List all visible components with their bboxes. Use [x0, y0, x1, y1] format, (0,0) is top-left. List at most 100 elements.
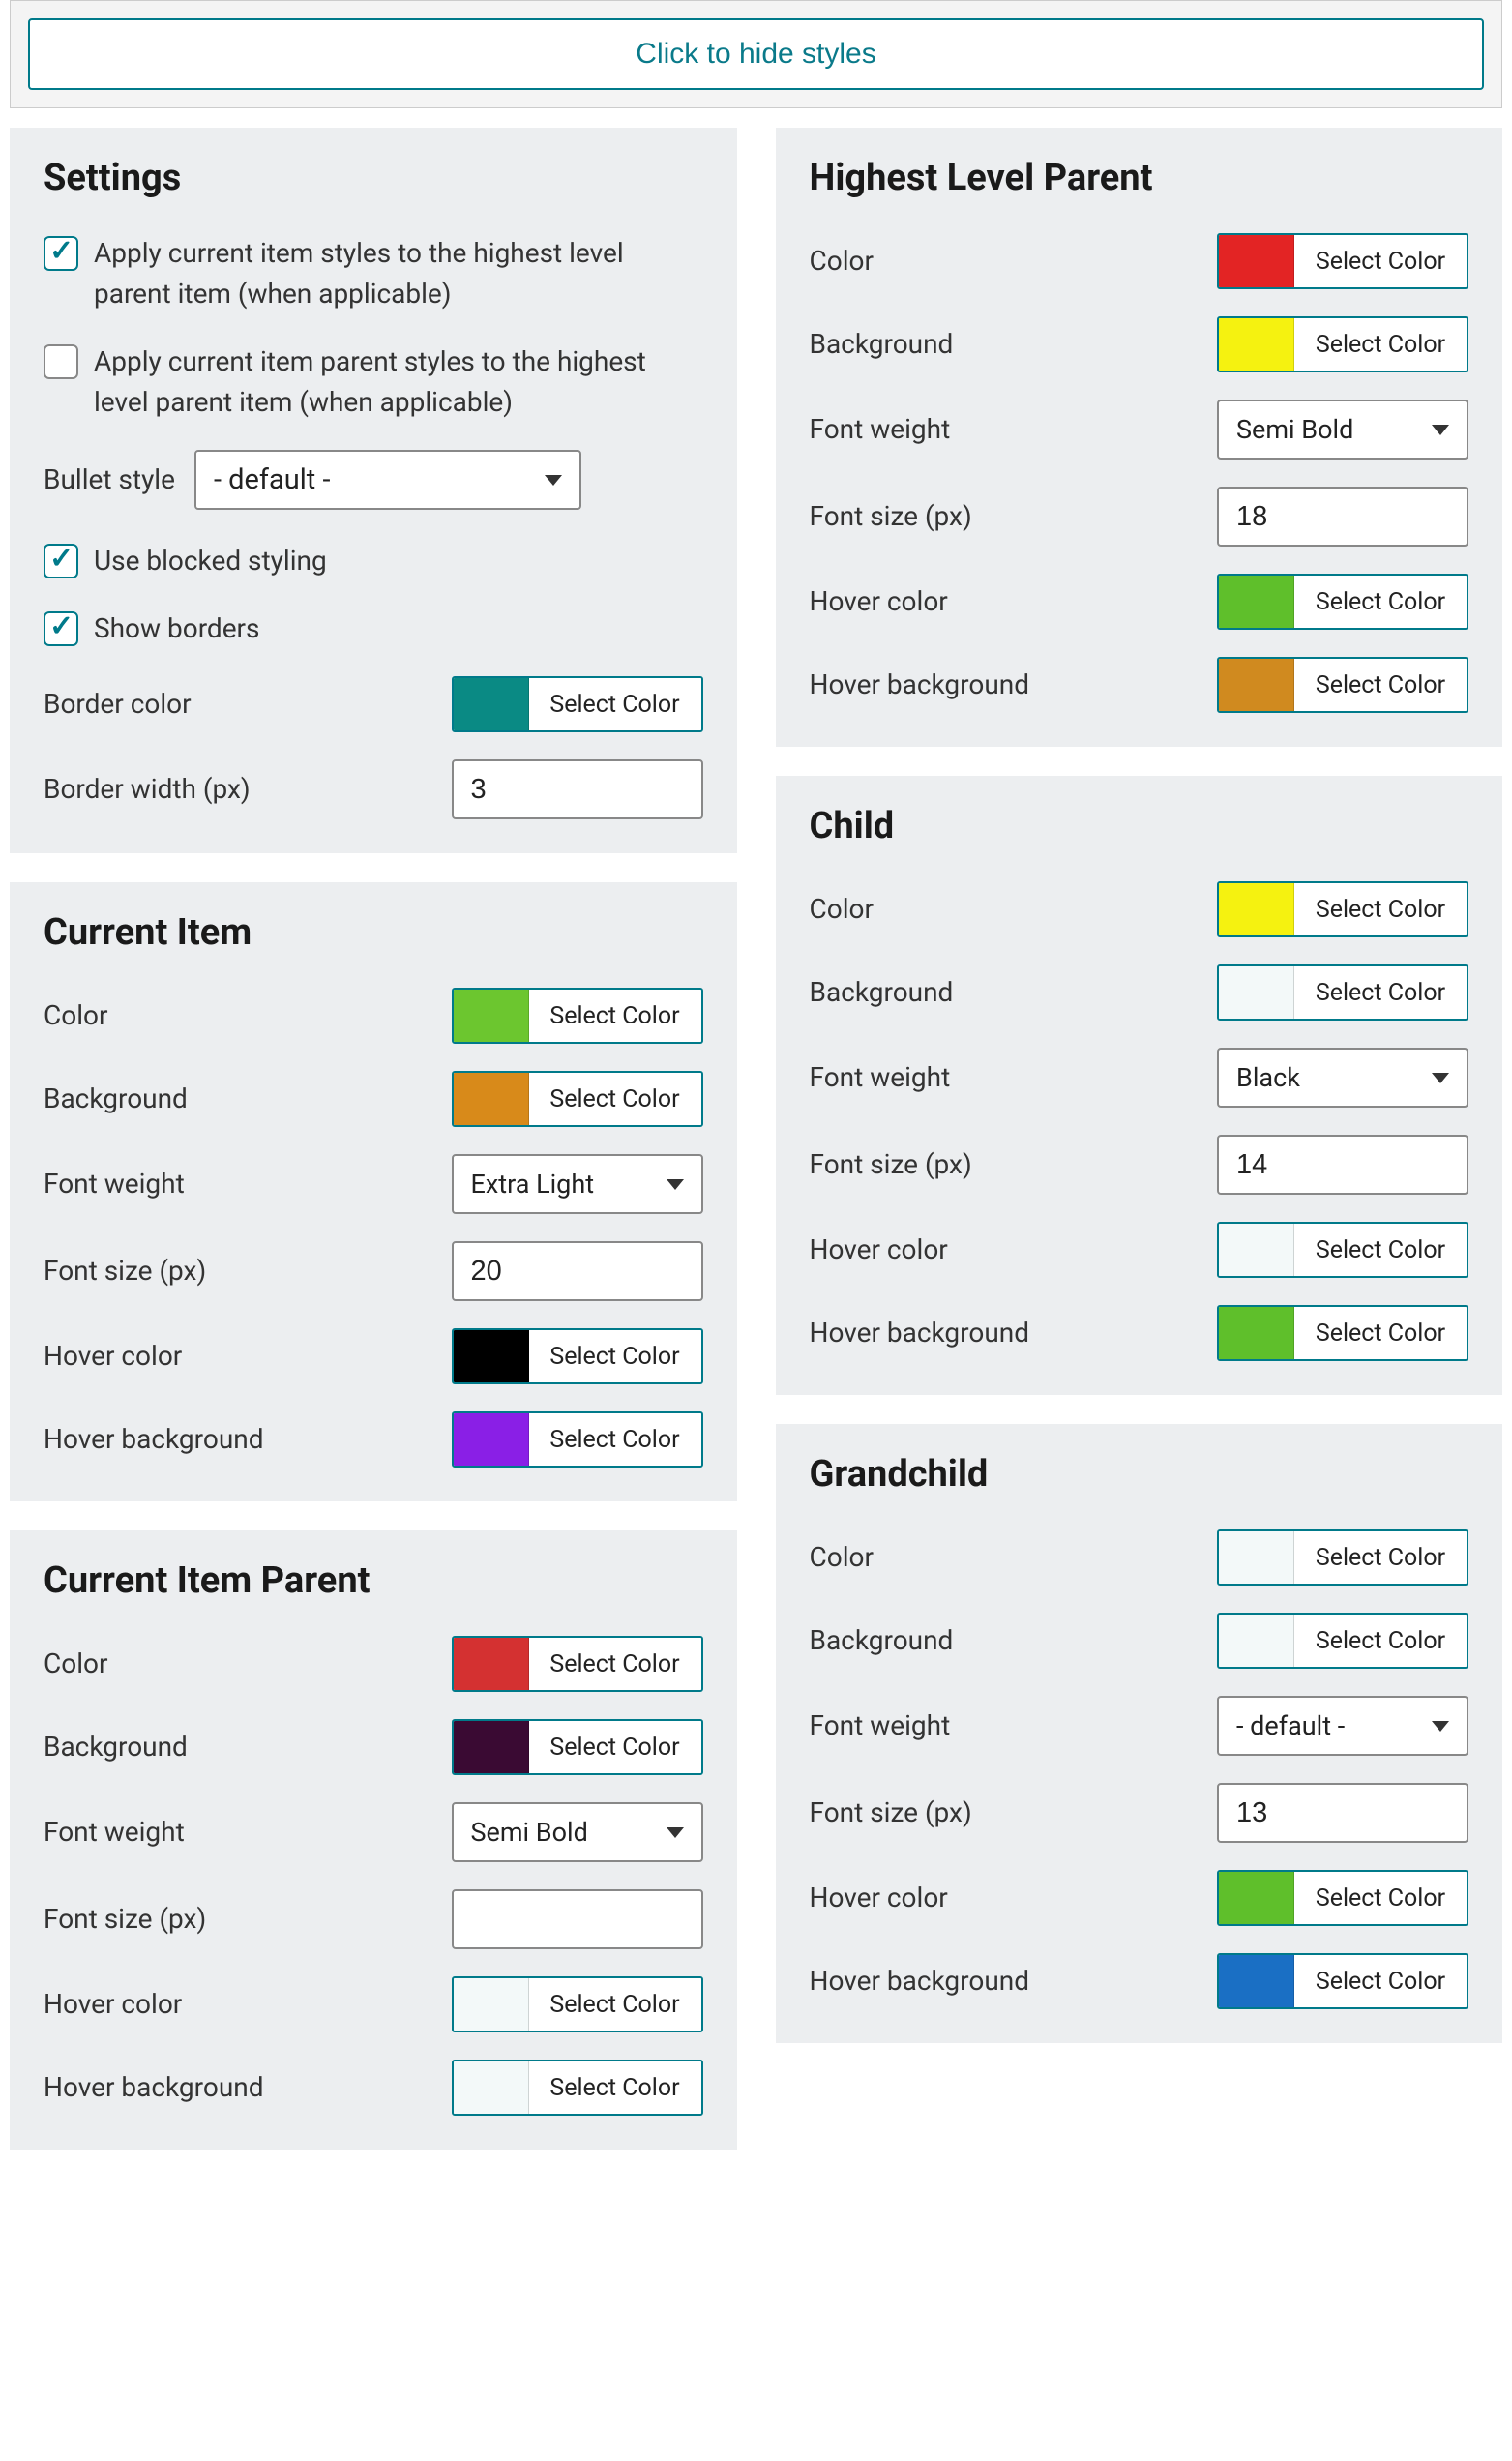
current-item-font-weight-select[interactable]: Extra Light [452, 1154, 703, 1214]
child-background-field[interactable]: Select Color [1217, 964, 1468, 1021]
child-font-size-input[interactable] [1217, 1135, 1468, 1195]
grandchild-background-swatch [1219, 1615, 1294, 1667]
child-hover-color-field[interactable]: Select Color [1217, 1222, 1468, 1278]
grandchild-hover-bg-label: Hover background [810, 1962, 1218, 2000]
current-item-parent-hover-color-field[interactable]: Select Color [452, 1976, 703, 2032]
current-item-parent-hover-bg-button[interactable]: Select Color [529, 2061, 701, 2114]
current-item-parent-background-field[interactable]: Select Color [452, 1719, 703, 1775]
current-item-parent-font-weight-label: Font weight [44, 1813, 452, 1851]
grandchild-color-button[interactable]: Select Color [1294, 1531, 1467, 1584]
bullet-style-value: - default - [214, 463, 331, 496]
grandchild-hover-bg-button[interactable]: Select Color [1294, 1955, 1467, 2007]
current-item-parent-hover-bg-swatch [454, 2061, 529, 2114]
highest-level-parent-color-label: Color [810, 242, 1218, 280]
current-item-parent-hover-color-button[interactable]: Select Color [529, 1978, 701, 2031]
current-item-background-label: Background [44, 1080, 452, 1117]
highest-level-parent-background-button[interactable]: Select Color [1294, 318, 1467, 371]
grandchild-color-field[interactable]: Select Color [1217, 1529, 1468, 1586]
grandchild-hover-color-button[interactable]: Select Color [1294, 1872, 1467, 1924]
border-color-field[interactable]: Select Color [452, 676, 703, 732]
checkbox-use-blocked-label: Use blocked styling [94, 541, 703, 581]
highest-level-parent-color-field[interactable]: Select Color [1217, 233, 1468, 289]
current-item-hover-color-label: Hover color [44, 1337, 452, 1375]
grandchild-hover-bg-field[interactable]: Select Color [1217, 1953, 1468, 2009]
highest-level-parent-background-swatch [1219, 318, 1294, 371]
highest-level-parent-font-size-input[interactable] [1217, 487, 1468, 547]
child-font-weight-select[interactable]: Black [1217, 1048, 1468, 1108]
current-item-parent-font-weight-select[interactable]: Semi Bold [452, 1802, 703, 1862]
highest-level-parent-hover-color-button[interactable]: Select Color [1294, 576, 1467, 628]
grandchild-color-swatch [1219, 1531, 1294, 1584]
highest-level-parent-font-size-label: Font size (px) [810, 497, 1218, 535]
border-color-label: Border color [44, 685, 452, 723]
chevron-down-icon [1432, 1073, 1449, 1083]
current-item-parent-hover-color-label: Hover color [44, 1985, 452, 2023]
highest-level-parent-title: Highest Level Parent [810, 157, 1469, 199]
border-color-button[interactable]: Select Color [529, 678, 701, 730]
highest-level-parent-hover-color-field[interactable]: Select Color [1217, 574, 1468, 630]
grandchild-font-weight-select[interactable]: - default - [1217, 1696, 1468, 1756]
child-hover-color-button[interactable]: Select Color [1294, 1224, 1467, 1276]
toggle-styles-button[interactable]: Click to hide styles [28, 18, 1484, 90]
bullet-style-select[interactable]: - default - [194, 450, 581, 510]
current-item-parent-font-size-input[interactable] [452, 1889, 703, 1949]
highest-level-parent-background-label: Background [810, 325, 1218, 363]
current-item-font-size-input[interactable] [452, 1241, 703, 1301]
checkbox-apply-current-highest[interactable] [44, 236, 78, 271]
highest-level-parent-font-weight-select[interactable]: Semi Bold [1217, 400, 1468, 460]
current-item-hover-color-button[interactable]: Select Color [529, 1330, 701, 1382]
highest-level-parent-hover-bg-button[interactable]: Select Color [1294, 659, 1467, 711]
panel-settings: Settings Apply current item styles to th… [10, 128, 737, 853]
current-item-hover-bg-field[interactable]: Select Color [452, 1411, 703, 1468]
grandchild-font-size-input[interactable] [1217, 1783, 1468, 1843]
child-font-weight-value: Black [1236, 1062, 1300, 1093]
current-item-color-button[interactable]: Select Color [529, 990, 701, 1042]
border-width-input[interactable] [452, 759, 703, 819]
current-item-background-button[interactable]: Select Color [529, 1073, 701, 1125]
current-item-parent-color-field[interactable]: Select Color [452, 1636, 703, 1692]
grandchild-color-label: Color [810, 1538, 1218, 1576]
current-item-parent-font-size-label: Font size (px) [44, 1900, 452, 1938]
grandchild-background-button[interactable]: Select Color [1294, 1615, 1467, 1667]
checkbox-apply-parent-highest[interactable] [44, 344, 78, 379]
child-hover-bg-button[interactable]: Select Color [1294, 1307, 1467, 1359]
current-item-background-field[interactable]: Select Color [452, 1071, 703, 1127]
highest-level-parent-hover-bg-field[interactable]: Select Color [1217, 657, 1468, 713]
grandchild-background-field[interactable]: Select Color [1217, 1613, 1468, 1669]
current-item-parent-color-button[interactable]: Select Color [529, 1638, 701, 1690]
highest-level-parent-background-field[interactable]: Select Color [1217, 316, 1468, 372]
panel-child: Child Color Select Color Background Sele… [776, 776, 1503, 1395]
child-color-button[interactable]: Select Color [1294, 883, 1467, 935]
checkbox-show-borders[interactable] [44, 611, 78, 646]
panel-grandchild: Grandchild Color Select Color Background… [776, 1424, 1503, 2043]
child-hover-bg-swatch [1219, 1307, 1294, 1359]
current-item-parent-background-button[interactable]: Select Color [529, 1721, 701, 1773]
child-font-weight-label: Font weight [810, 1058, 1218, 1096]
current-item-parent-hover-bg-field[interactable]: Select Color [452, 2060, 703, 2116]
child-hover-bg-label: Hover background [810, 1314, 1218, 1351]
child-color-field[interactable]: Select Color [1217, 881, 1468, 937]
child-color-swatch [1219, 883, 1294, 935]
child-background-button[interactable]: Select Color [1294, 966, 1467, 1019]
child-background-label: Background [810, 973, 1218, 1011]
panel-highest-level-parent: Highest Level Parent Color Select Color … [776, 128, 1503, 747]
current-item-hover-color-field[interactable]: Select Color [452, 1328, 703, 1384]
grandchild-font-weight-label: Font weight [810, 1706, 1218, 1744]
grandchild-hover-color-label: Hover color [810, 1879, 1218, 1916]
checkbox-use-blocked[interactable] [44, 544, 78, 578]
current-item-parent-background-label: Background [44, 1728, 452, 1765]
child-color-label: Color [810, 890, 1218, 928]
settings-title: Settings [44, 157, 703, 199]
highest-level-parent-color-button[interactable]: Select Color [1294, 235, 1467, 287]
current-item-parent-title: Current Item Parent [44, 1559, 703, 1602]
grandchild-hover-color-field[interactable]: Select Color [1217, 1870, 1468, 1926]
child-font-size-label: Font size (px) [810, 1145, 1218, 1183]
current-item-parent-font-weight-value: Semi Bold [471, 1817, 588, 1848]
current-item-hover-bg-button[interactable]: Select Color [529, 1413, 701, 1466]
panel-current-item: Current Item Color Select Color Backgrou… [10, 882, 737, 1501]
grandchild-font-size-label: Font size (px) [810, 1794, 1218, 1831]
current-item-color-field[interactable]: Select Color [452, 988, 703, 1044]
current-item-font-size-label: Font size (px) [44, 1252, 452, 1290]
child-hover-bg-field[interactable]: Select Color [1217, 1305, 1468, 1361]
toggle-bar: Click to hide styles [10, 0, 1502, 108]
